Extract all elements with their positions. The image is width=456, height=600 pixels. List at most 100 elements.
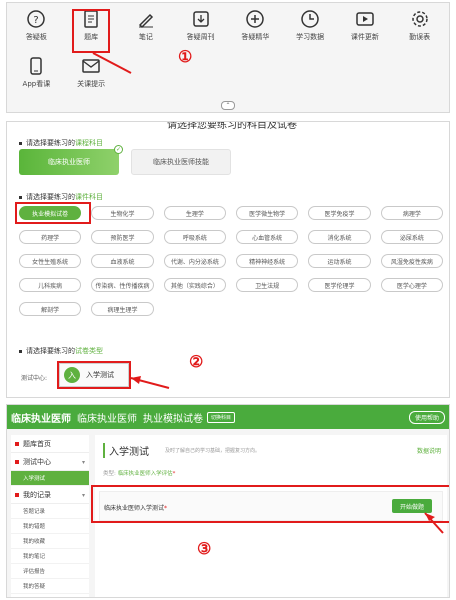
- header-subject: 临床执业医师: [77, 413, 137, 425]
- tool-pen-note[interactable]: 笔记: [119, 9, 174, 42]
- tool-label: 答疑板: [25, 33, 47, 41]
- section-course-subject: 请选择要练习的课程科目: [19, 138, 103, 148]
- sidebar-item[interactable]: 入学测试: [11, 471, 89, 486]
- tool-phone[interactable]: App看课: [9, 56, 64, 89]
- chevron-down-icon: ▾: [81, 491, 85, 499]
- tool-clock[interactable]: 学习数据: [283, 9, 338, 42]
- chapter-chip[interactable]: 病理学: [380, 206, 443, 220]
- sidebar-group[interactable]: 我的记录 ▾: [11, 486, 89, 504]
- chapter-chip[interactable]: 医学微生物学: [235, 206, 299, 220]
- section-chapter: 请选择要练习的课件科目: [19, 192, 103, 202]
- collapse-toggle[interactable]: ⌃: [221, 101, 235, 110]
- chapter-chip[interactable]: 女性生殖系统: [19, 254, 82, 268]
- sidebar-group-label: 测试中心: [23, 458, 51, 466]
- data-explanation-link[interactable]: 数据说明: [417, 446, 441, 455]
- tool-download[interactable]: 答疑周刊: [173, 9, 228, 42]
- sidebar-item[interactable]: 我的答疑: [11, 579, 89, 594]
- subject-card-selected[interactable]: 临床执业医师 ✓: [19, 145, 123, 175]
- step-marker-3: ③: [197, 539, 212, 558]
- chapter-chip[interactable]: 生理学: [163, 206, 226, 220]
- chevron-down-icon: ▾: [81, 458, 85, 466]
- test-highlight: [57, 361, 131, 389]
- mail-icon: [81, 56, 101, 76]
- tool-label: 课件更新: [350, 33, 379, 41]
- chapter-chip[interactable]: 儿科疾病: [19, 278, 82, 292]
- tools-panel: ? 答疑板 题库 笔记 答疑周刊 答疑精华 学习数据 课件更新 勤误表 App看课 关课提示 ① ⌃: [6, 2, 450, 113]
- sidebar-group-label: 题库首页: [23, 440, 51, 448]
- sidebar-group[interactable]: 测试中心 ▾: [11, 453, 89, 471]
- chip-highlight: [15, 202, 91, 224]
- step-marker-2: ②: [189, 352, 204, 371]
- sidebar-item[interactable]: 答题记录: [11, 504, 89, 519]
- test-type: 类型: 临床执业医师入学评估*: [103, 471, 176, 477]
- chapter-chip[interactable]: 呼吸系统: [163, 230, 226, 244]
- tool-label: 勤误表: [409, 33, 431, 41]
- chapter-chip[interactable]: 运动系统: [308, 254, 371, 268]
- sidebar-group-label: 我的记录: [23, 491, 51, 499]
- tool-video[interactable]: 课件更新: [338, 9, 393, 42]
- tool-label: 答疑周刊: [186, 33, 215, 41]
- pen-note-icon: [136, 9, 156, 29]
- page-description: 及时了解自己的学习基础，把握复习方向。: [165, 448, 261, 454]
- chapter-chip[interactable]: 生物化学: [91, 206, 154, 220]
- chapter-chip[interactable]: 医学伦理学: [308, 278, 371, 292]
- header-title: 临床执业医师: [11, 413, 71, 425]
- chapter-chip[interactable]: 泌尿系统: [380, 230, 443, 244]
- tool-plus-circle[interactable]: 答疑精华: [228, 9, 283, 42]
- chapter-chip[interactable]: 医学免疫学: [308, 206, 371, 220]
- step-marker-1: ①: [178, 47, 193, 66]
- chapter-chip[interactable]: 代谢、内分泌系统: [163, 254, 226, 268]
- section-test-type: 请选择要练习的试卷类型: [19, 346, 103, 356]
- clock-icon: [300, 9, 320, 29]
- sidebar-group[interactable]: 题库首页: [11, 435, 89, 453]
- row-highlight: [91, 485, 449, 523]
- tool-label: 学习数据: [296, 33, 325, 41]
- bullet-icon: [15, 460, 19, 464]
- tool-label: App看课: [22, 80, 51, 88]
- chapter-chip[interactable]: 预防医学: [91, 230, 154, 244]
- subject-card[interactable]: 临床执业医师技能: [131, 149, 231, 175]
- help-button[interactable]: 使用帮助: [408, 411, 445, 424]
- chapter-chip[interactable]: 其他（实践综合）: [163, 278, 226, 292]
- chapter-chip[interactable]: 医学心理学: [380, 278, 443, 292]
- chapter-chip[interactable]: 传染病、性传播疾病: [91, 278, 154, 292]
- page-title: 入学测试: [103, 443, 149, 458]
- tool-label: 答疑精华: [241, 33, 270, 41]
- sidebar-item[interactable]: 评估报告: [11, 564, 89, 579]
- sidebar-item[interactable]: 我的收藏: [11, 534, 89, 549]
- page-header: 临床执业医师 临床执业医师 执业模拟试卷 切换科目 使用帮助: [7, 405, 449, 429]
- panel-title: 请选择您要练习的科目及试卷: [167, 121, 297, 131]
- chapter-chip[interactable]: 血液系统: [91, 254, 154, 268]
- chapter-chip[interactable]: 解剖学: [19, 302, 82, 316]
- check-icon: ✓: [114, 145, 123, 154]
- chapter-chip[interactable]: 病理生理学: [91, 302, 154, 316]
- chapter-chip[interactable]: 风湿免疫性疾病: [380, 254, 443, 268]
- chapter-chip[interactable]: 药理学: [19, 230, 82, 244]
- question-bank-page: 临床执业医师 临床执业医师 执业模拟试卷 切换科目 使用帮助 题库首页测试中心 ▾…: [6, 404, 450, 598]
- chapter-chip[interactable]: 消化系统: [308, 230, 371, 244]
- tool-question-circle[interactable]: ? 答疑板: [9, 9, 64, 42]
- plus-circle-icon: [245, 9, 265, 29]
- chapter-chip[interactable]: 心血管系统: [235, 230, 299, 244]
- gear-icon: [410, 9, 430, 29]
- svg-text:?: ?: [34, 15, 39, 26]
- tool-gear[interactable]: 勤误表: [392, 9, 447, 42]
- test-center-label: 测试中心:: [21, 375, 48, 382]
- tool-label: 笔记: [138, 33, 153, 41]
- bullet-icon: [15, 442, 19, 446]
- question-bank-highlight: [72, 9, 110, 53]
- tool-mail[interactable]: 关课提示: [64, 56, 119, 89]
- switch-subject-button[interactable]: 切换科目: [207, 411, 236, 423]
- tool-label: 关课提示: [77, 80, 106, 88]
- question-circle-icon: ?: [26, 9, 46, 29]
- sidebar: 题库首页 测试中心 ▾ 入学测试 我的记录 ▾ 答题记录 我的错题 我的收藏 我的笔记 评估报告 我的…: [11, 435, 89, 597]
- download-icon: [191, 9, 211, 29]
- chapter-chip[interactable]: 精神神经系统: [235, 254, 299, 268]
- sidebar-item[interactable]: 我的错题: [11, 519, 89, 534]
- chapter-chip[interactable]: 卫生法规: [235, 278, 299, 292]
- header-paper: 执业模拟试卷: [143, 413, 203, 425]
- subject-selection-panel: 请选择您要练习的科目及试卷 请选择要练习的课程科目 临床执业医师 ✓ 临床执业医…: [6, 121, 450, 398]
- video-icon: [355, 9, 375, 29]
- bullet-icon: [15, 493, 19, 497]
- sidebar-item[interactable]: 我的笔记: [11, 549, 89, 564]
